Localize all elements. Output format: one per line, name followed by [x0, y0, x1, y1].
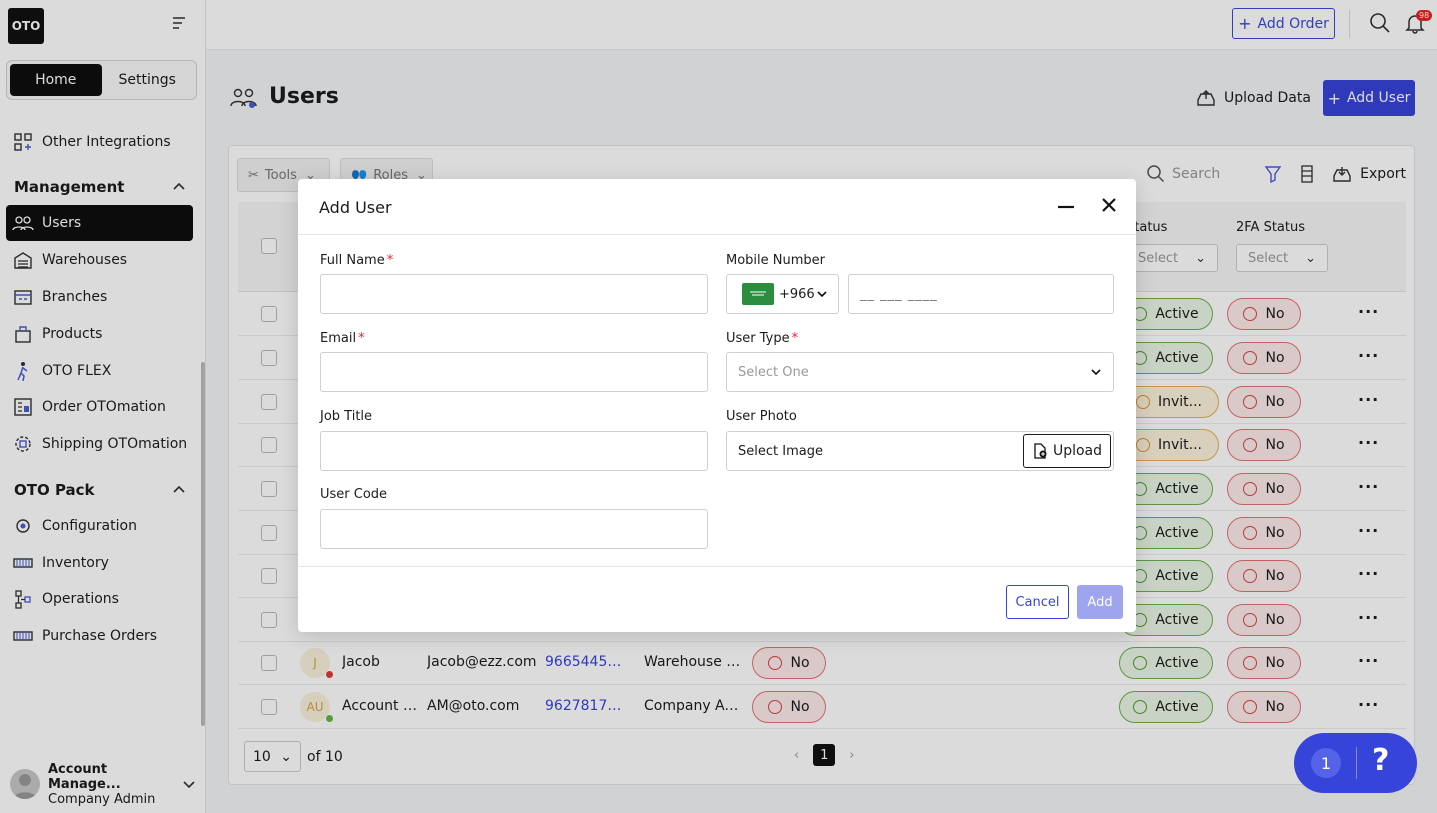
upload-photo-button[interactable]: Upload [1023, 434, 1111, 468]
user-type-placeholder: Select One [738, 364, 809, 380]
add-user-dialog: Add User Full Name * Mobile Number +966 _… [298, 179, 1136, 632]
user-type-label: User Type * [726, 331, 798, 346]
mobile-number-label: Mobile Number [726, 253, 825, 268]
full-name-label: Full Name * [320, 253, 393, 268]
chevron-down-icon [817, 291, 827, 298]
user-photo-label: User Photo [726, 409, 797, 424]
required-mark: * [791, 331, 799, 346]
user-photo-field[interactable]: Select Image Upload [726, 431, 1114, 471]
mobile-number-input[interactable]: __ ___ ____ [848, 274, 1114, 314]
cancel-button[interactable]: Cancel [1006, 585, 1069, 619]
country-code-select[interactable]: +966 [726, 274, 839, 314]
help-count-badge: 1 [1311, 748, 1341, 778]
mobile-placeholder: __ ___ ____ [860, 286, 938, 302]
divider [1356, 747, 1357, 779]
label-text: Email [320, 331, 357, 346]
saudi-flag-icon [742, 283, 774, 305]
country-code-value: +966 [779, 286, 815, 302]
user-code-label: User Code [320, 487, 388, 502]
label-text: User Type [726, 331, 790, 346]
dialog-footer-divider [298, 566, 1136, 567]
full-name-input[interactable] [320, 274, 708, 314]
label-text: Full Name [320, 253, 385, 268]
close-icon[interactable] [1099, 195, 1119, 215]
chevron-down-icon [1091, 369, 1101, 376]
minimize-icon[interactable] [1056, 197, 1076, 217]
dialog-title: Add User [319, 198, 392, 217]
help-widget[interactable]: 1 ? [1294, 733, 1417, 793]
job-title-label: Job Title [320, 409, 373, 424]
dialog-header: Add User [298, 179, 1136, 235]
select-image-text: Select Image [738, 443, 823, 459]
required-mark: * [386, 253, 394, 268]
job-title-input[interactable] [320, 431, 708, 471]
upload-label: Upload [1052, 443, 1103, 459]
help-question-icon: ? [1372, 743, 1390, 778]
user-type-select[interactable]: Select One [726, 352, 1114, 392]
email-label: Email * [320, 331, 365, 346]
email-input[interactable] [320, 352, 708, 392]
user-code-input[interactable] [320, 509, 708, 549]
add-button[interactable]: Add [1077, 585, 1123, 619]
required-mark: * [358, 331, 365, 346]
file-upload-icon [1034, 443, 1047, 459]
